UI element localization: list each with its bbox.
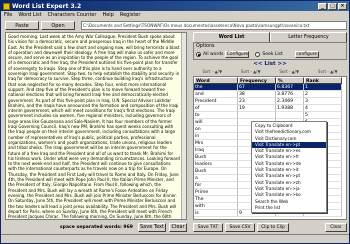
- sort-header-row: Sort - ▲/▼ Sort - ▲/▼ Sort - ▲/▼ Sort - …: [193, 69, 347, 76]
- percent-cell: 2.3469: [276, 98, 304, 105]
- rank-cell: 4: [304, 105, 342, 112]
- column-header-word[interactable]: Word: [194, 77, 238, 84]
- frequency-cell: [238, 112, 276, 119]
- word-cell: is: [194, 210, 238, 217]
- clear-text-button[interactable]: Clear: [169, 222, 187, 232]
- window-title: Word List Expert 3.2: [12, 2, 82, 10]
- word-cell: will: [194, 119, 238, 126]
- all-words-label: All words: [203, 52, 224, 57]
- frequency-cell: 19: [238, 105, 276, 112]
- table-header: Word Frequency % Rank: [194, 77, 346, 84]
- frequency-cell: 23: [238, 98, 276, 105]
- close-button[interactable]: ×: [338, 2, 347, 10]
- context-menu: Copy to Clipboard Visit thefreedictionary…: [251, 121, 327, 214]
- context-menu-item[interactable]: Print the list: [252, 205, 326, 211]
- word-cell: with: [194, 203, 238, 210]
- menu-register[interactable]: Register: [120, 12, 141, 18]
- word-cell: of: [194, 105, 238, 112]
- configure-seek-button[interactable]: configure: [294, 51, 319, 58]
- table-row[interactable]: of 19 1.9388 4: [194, 105, 346, 112]
- app-window: Word List Expert 3.2 _ □ × File Word Lis…: [0, 0, 350, 244]
- table-row[interactable]: the 67 6.8367 1: [194, 84, 346, 91]
- options-row: All words Configure Seek List configure: [196, 51, 319, 58]
- configure-button[interactable]: Configure: [225, 51, 250, 58]
- rank-cell: 2: [304, 91, 342, 98]
- word-count-label: space separated words: 969: [59, 224, 133, 230]
- app-icon: [3, 2, 10, 10]
- right-tabs: Word List Letter Frequency: [193, 32, 347, 42]
- word-cell: for: [194, 182, 238, 189]
- word-cell: the: [194, 84, 238, 91]
- window-controls: _ □ ×: [318, 2, 347, 10]
- sort-word[interactable]: Sort - ▲/▼: [193, 69, 232, 76]
- clear-list-button[interactable]: Clear: [325, 222, 347, 232]
- save-csv-button[interactable]: Save CSV: [225, 222, 255, 232]
- word-cell: President: [194, 98, 238, 105]
- menu-bar: File Word List Characters Counter Help R…: [1, 11, 349, 19]
- paste-button[interactable]: Paste: [5, 21, 39, 30]
- word-cell: Mrs: [194, 140, 238, 147]
- title-bar: Word List Expert 3.2 _ □ ×: [1, 1, 349, 11]
- column-header-rank[interactable]: Rank: [304, 77, 342, 84]
- column-header-frequency[interactable]: Frequency: [238, 77, 276, 84]
- word-cell: The: [194, 196, 238, 203]
- column-header-percent[interactable]: %: [276, 77, 304, 84]
- table-row[interactable]: to 5: [194, 112, 346, 119]
- list-title: << List >>: [253, 61, 287, 67]
- word-cell: Prime: [194, 189, 238, 196]
- text-scrollbar[interactable]: [181, 33, 186, 219]
- text-content: Good morning. Last week at the Amy War C…: [8, 34, 180, 220]
- sort-rank[interactable]: Sort - ▲/▼: [309, 69, 348, 76]
- word-cell: leaders: [194, 161, 238, 168]
- sort-frequency[interactable]: Sort - ▲/▼: [232, 69, 271, 76]
- tab-letter-frequency[interactable]: Letter Frequency: [270, 32, 347, 42]
- percent-cell: 6.8367: [276, 84, 304, 91]
- menu-file[interactable]: File: [4, 12, 12, 18]
- percent-cell: [276, 112, 304, 119]
- all-words-radio[interactable]: [196, 52, 201, 57]
- table-row[interactable]: and 38 3.8776 2: [194, 91, 346, 98]
- menu-word-list[interactable]: Word List: [18, 12, 41, 18]
- minimize-button[interactable]: _: [318, 2, 327, 10]
- text-input-area[interactable]: Good morning. Last week at the Amy War C…: [5, 32, 187, 220]
- word-cell: and: [194, 91, 238, 98]
- table-row[interactable]: President 23 2.3469 3: [194, 98, 346, 105]
- seek-list-label: Seek List: [262, 52, 283, 57]
- word-cell: in: [194, 133, 238, 140]
- open-button[interactable]: Open: [41, 21, 75, 30]
- seek-list-radio[interactable]: [255, 52, 261, 57]
- word-cell: Iraq: [194, 147, 238, 154]
- text-bottom-bar: space separated words: 969 Save Text Cle…: [5, 222, 187, 232]
- percent-cell: 1.9388: [276, 105, 304, 112]
- word-cell: on: [194, 126, 238, 133]
- frequency-cell: 67: [238, 84, 276, 91]
- options-label: Options: [196, 44, 215, 49]
- word-cell: Bush: [194, 154, 238, 161]
- percent-cell: 3.8776: [276, 91, 304, 98]
- word-cell: Bush: [194, 168, 238, 175]
- copy-clip-button[interactable]: Clip to Clip: [257, 222, 289, 232]
- status-bar: [1, 234, 349, 243]
- rank-cell: 5: [304, 112, 342, 119]
- rank-cell: 1: [304, 84, 342, 91]
- save-txt-button[interactable]: Save TXT: [193, 222, 223, 232]
- word-cell: a: [194, 175, 238, 182]
- menu-help[interactable]: Help: [102, 12, 113, 18]
- file-path-field[interactable]: C:\Documents and Settings\TSONWAF\Os meu…: [81, 21, 347, 30]
- list-bottom-bar: Save TXT Save CSV Clip to Clip Clear: [193, 222, 347, 232]
- options-group: Options All words Configure Seek List co…: [193, 42, 347, 60]
- tab-word-list[interactable]: Word List: [193, 32, 270, 42]
- frequency-cell: 38: [238, 91, 276, 98]
- menu-characters-counter[interactable]: Characters Counter: [48, 12, 97, 18]
- rank-cell: 3: [304, 98, 342, 105]
- sort-percent[interactable]: Sort - ▲/▼: [270, 69, 309, 76]
- save-text-button[interactable]: Save Text: [138, 222, 166, 232]
- maximize-button[interactable]: □: [328, 2, 337, 10]
- word-cell: to: [194, 112, 238, 119]
